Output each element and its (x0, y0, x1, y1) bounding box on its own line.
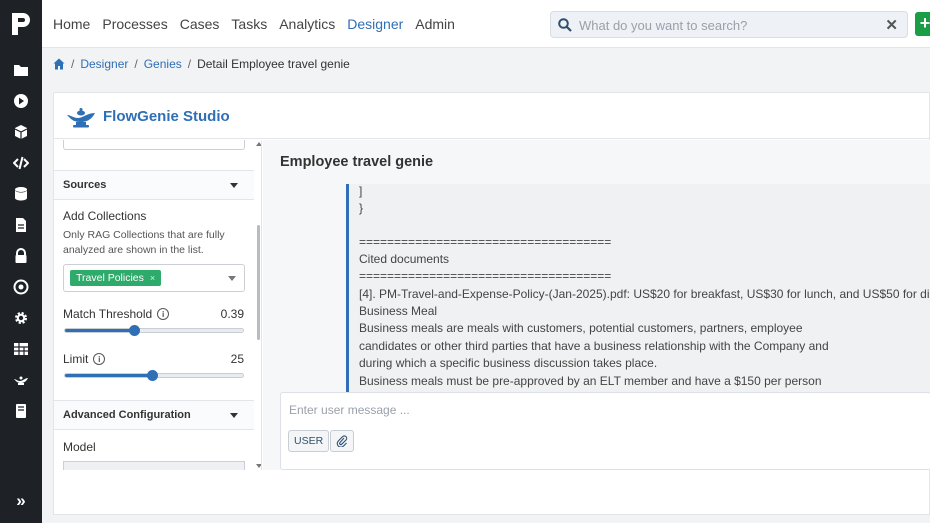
slider-handle[interactable] (147, 370, 159, 381)
breadcrumb-separator: / (134, 57, 138, 71)
message-line: ==================================== (359, 235, 612, 249)
message-line: Business meals must be pre-approved by a… (359, 374, 822, 388)
file-icon[interactable] (12, 216, 30, 234)
chevron-down-icon (230, 183, 238, 188)
target-icon[interactable] (12, 278, 30, 296)
message-line: Business Meal (359, 304, 438, 318)
studio-header: FlowGenie Studio (54, 93, 930, 139)
info-icon[interactable]: i (157, 308, 170, 320)
message-line: candidates or other third parties that h… (359, 339, 829, 353)
breadcrumb-separator: / (187, 57, 192, 71)
message-line: Business meals are meals with customers,… (359, 321, 803, 335)
attach-button[interactable] (330, 430, 354, 452)
studio-card: FlowGenie Studio Sources Add Collections… (53, 92, 930, 515)
nav-home[interactable]: Home (53, 16, 90, 32)
nav-cases[interactable]: Cases (180, 16, 220, 32)
limit-value: 25 (230, 352, 244, 366)
expand-sidebar-icon[interactable]: » (12, 491, 30, 510)
genie-lamp-icon[interactable] (12, 371, 30, 389)
collections-select[interactable]: Travel Policies × (63, 264, 245, 292)
table-icon[interactable] (12, 340, 30, 358)
model-label: Model (63, 440, 96, 454)
message-line: during which a specific business discuss… (359, 356, 658, 370)
cube-icon[interactable] (12, 123, 30, 141)
database-icon[interactable] (12, 185, 30, 203)
info-icon[interactable]: i (93, 353, 106, 365)
chevron-down-icon (230, 413, 238, 418)
model-select[interactable] (63, 461, 245, 470)
limit-slider[interactable] (64, 370, 244, 381)
nav-analytics[interactable]: Analytics (279, 16, 335, 32)
add-collections-hint: Only RAG Collections that are fully anal… (63, 229, 225, 256)
book-icon[interactable] (12, 402, 30, 420)
app-logo[interactable] (9, 10, 33, 38)
left-rail: » (0, 0, 42, 523)
search-input[interactable]: What do you want to search? (579, 18, 747, 33)
scroll-thumb[interactable] (257, 225, 260, 340)
match-threshold-value: 0.39 (220, 307, 244, 321)
chevron-down-icon[interactable] (228, 276, 236, 281)
add-collections-label: Add Collections (63, 209, 147, 223)
scroll-down-icon[interactable] (256, 464, 261, 468)
collection-chip: Travel Policies × (70, 270, 162, 286)
assistant-message: ] } ====================================… (346, 184, 930, 392)
folder-icon[interactable] (12, 61, 30, 79)
breadcrumb-genies[interactable]: Genies (144, 57, 182, 71)
slider-fill (65, 329, 135, 332)
scroll-up-icon[interactable] (256, 142, 261, 146)
config-panel: Sources Add Collections Only RAG Collect… (54, 140, 262, 470)
slider-fill (65, 374, 153, 377)
genie-lamp-icon (67, 108, 95, 128)
home-icon[interactable] (53, 58, 65, 70)
advanced-config-section-header[interactable]: Advanced Configuration (54, 400, 254, 430)
genie-title: Employee travel genie (280, 154, 434, 170)
match-threshold-label: Match Threshold i (63, 307, 170, 321)
message-line: [4]. PM-Travel-and-Expense-Policy-(Jan-2… (359, 287, 930, 301)
limit-label: Limit i (63, 352, 106, 366)
match-threshold-text: Match Threshold (63, 307, 153, 321)
message-line: ==================================== (359, 269, 612, 283)
role-user-button[interactable]: USER (288, 430, 330, 452)
message-line: Cited documents (359, 252, 450, 266)
search-icon (558, 18, 572, 32)
top-nav: Home Processes Cases Tasks Analytics Des… (42, 0, 930, 48)
app-title: FlowGenie Studio (103, 108, 230, 125)
message-composer: Enter user message ... USER (280, 392, 930, 470)
nav-links: Home Processes Cases Tasks Analytics Des… (53, 16, 455, 32)
breadcrumb-designer[interactable]: Designer (80, 57, 128, 71)
collection-chip-label: Travel Policies (76, 272, 144, 284)
chat-area: Employee travel genie ] } ==============… (263, 140, 930, 470)
panel-scrollbar[interactable] (255, 140, 261, 470)
scrolled-input[interactable] (63, 140, 245, 150)
code-icon[interactable] (12, 154, 30, 172)
nav-designer[interactable]: Designer (347, 16, 403, 32)
match-threshold-slider[interactable] (64, 325, 244, 336)
user-message-input[interactable]: Enter user message ... (289, 403, 410, 417)
message-line: } (359, 201, 364, 215)
breadcrumb-separator: / (71, 57, 75, 71)
play-icon[interactable] (12, 92, 30, 110)
sources-title: Sources (63, 179, 107, 191)
clear-search-icon[interactable]: ✕ (885, 16, 898, 34)
add-button[interactable]: + (915, 12, 930, 36)
nav-admin[interactable]: Admin (415, 16, 455, 32)
message-line: ] (359, 184, 363, 198)
paperclip-icon (336, 435, 348, 447)
chip-remove-icon[interactable]: × (150, 273, 155, 283)
lock-icon[interactable] (12, 247, 30, 265)
gear-icon[interactable] (12, 309, 30, 327)
limit-text: Limit (63, 352, 89, 366)
nav-tasks[interactable]: Tasks (231, 16, 267, 32)
slider-handle[interactable] (129, 325, 141, 336)
breadcrumb-current: Detail Employee travel genie (197, 57, 350, 71)
sources-section-header[interactable]: Sources (54, 170, 254, 200)
nav-processes[interactable]: Processes (102, 16, 167, 32)
advanced-config-title: Advanced Configuration (63, 409, 191, 421)
global-search[interactable]: What do you want to search? ✕ (550, 11, 908, 38)
breadcrumb: / Designer / Genies / Detail Employee tr… (53, 57, 350, 71)
